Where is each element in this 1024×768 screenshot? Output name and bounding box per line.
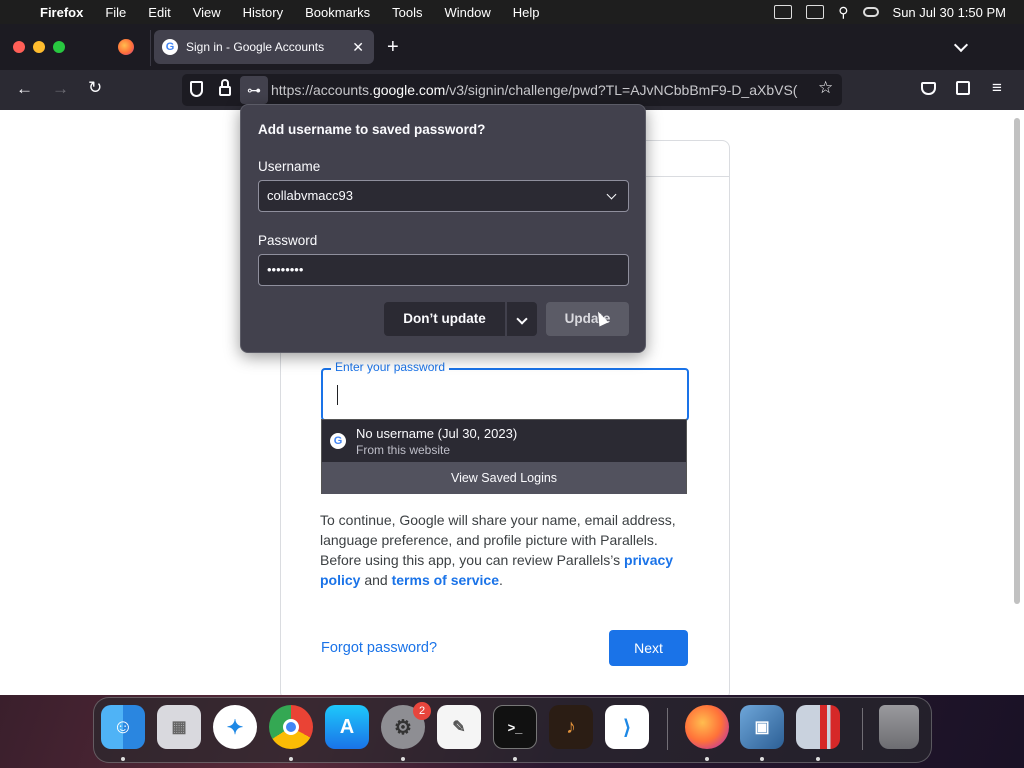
save-password-doorhanger: Add username to saved password? Username… bbox=[240, 104, 646, 353]
running-indicator bbox=[513, 757, 517, 761]
tab-divider bbox=[150, 30, 151, 66]
running-indicator bbox=[816, 757, 820, 761]
page-scrollbar[interactable] bbox=[1014, 118, 1020, 604]
close-tab-icon[interactable]: ✕ bbox=[352, 39, 364, 56]
new-tab-button[interactable]: + bbox=[387, 36, 399, 59]
textedit-icon[interactable]: ✎ bbox=[437, 705, 481, 749]
back-button-icon[interactable]: ← bbox=[16, 79, 33, 99]
username-field[interactable]: collabvmacc93 bbox=[258, 180, 629, 212]
doorhanger-title: Add username to saved password? bbox=[258, 122, 486, 137]
spotlight-search-icon[interactable]: ⚲ bbox=[838, 4, 848, 21]
notification-badge: 2 bbox=[413, 702, 431, 720]
username-label: Username bbox=[258, 159, 321, 174]
autocomplete-item-subtitle: From this website bbox=[356, 443, 451, 457]
consent-period: . bbox=[499, 572, 503, 588]
garageband-icon[interactable]: ♪ bbox=[549, 705, 593, 749]
control-center-icon[interactable] bbox=[862, 7, 879, 17]
bookmark-star-icon[interactable]: ☆ bbox=[818, 78, 833, 98]
app-menu-icon[interactable]: ≡ bbox=[992, 78, 1002, 98]
parallels-icon[interactable] bbox=[796, 705, 840, 749]
virtualbox-icon[interactable]: ▣ bbox=[740, 705, 784, 749]
consent-and: and bbox=[364, 572, 388, 588]
google-favicon-icon: G bbox=[162, 39, 178, 55]
extensions-icon[interactable] bbox=[956, 81, 970, 95]
username-dropdown-chevron-icon[interactable] bbox=[606, 189, 617, 200]
launchpad-icon[interactable]: ▦ bbox=[157, 705, 201, 749]
menu-window[interactable]: Window bbox=[445, 5, 491, 20]
autocomplete-item-title: No username (Jul 30, 2023) bbox=[356, 426, 518, 441]
running-indicator bbox=[760, 757, 764, 761]
text-caret bbox=[337, 385, 338, 405]
firefox-view-icon[interactable] bbox=[118, 39, 134, 55]
forgot-password-link[interactable]: Forgot password? bbox=[321, 640, 437, 656]
url-domain: google.com bbox=[372, 82, 446, 98]
finder-icon[interactable]: ☺ bbox=[101, 705, 145, 749]
zoom-window-button[interactable] bbox=[53, 41, 65, 53]
firefox-icon[interactable] bbox=[685, 705, 729, 749]
url-rest: /v3/signin/challenge/pwd?TL=AJvNCbbBmF9-… bbox=[445, 82, 798, 98]
password-key-icon[interactable]: ⊶ bbox=[240, 76, 268, 104]
trash-icon[interactable] bbox=[879, 705, 919, 749]
vscode-icon[interactable]: ⟩ bbox=[605, 705, 649, 749]
tracking-protection-shield-icon[interactable] bbox=[190, 81, 203, 97]
pocket-icon[interactable] bbox=[921, 82, 936, 95]
dock-separator bbox=[667, 708, 668, 750]
url-text[interactable]: https://accounts.google.com/v3/signin/ch… bbox=[271, 82, 811, 98]
reload-button-icon[interactable]: ↻ bbox=[88, 78, 102, 98]
running-indicator bbox=[401, 757, 405, 761]
menubar-clock[interactable]: Sun Jul 30 1:50 PM bbox=[893, 5, 1006, 20]
consent-text: To continue, Google will share your name… bbox=[320, 510, 700, 590]
password-field[interactable]: •••••••• bbox=[258, 254, 629, 286]
minimize-window-button[interactable] bbox=[33, 41, 45, 53]
menu-app-name[interactable]: Firefox bbox=[40, 5, 83, 20]
url-prefix: https://accounts. bbox=[271, 82, 373, 98]
close-window-button[interactable] bbox=[13, 41, 25, 53]
safari-icon[interactable]: ✦ bbox=[213, 705, 257, 749]
forward-button-icon[interactable]: → bbox=[52, 79, 69, 99]
update-button[interactable]: Update bbox=[546, 302, 629, 336]
consent-body: To continue, Google will share your name… bbox=[320, 512, 676, 568]
google-logo-icon: G bbox=[330, 433, 346, 449]
more-options-chevron-icon[interactable] bbox=[507, 302, 537, 336]
autocomplete-login-item[interactable]: G No username (Jul 30, 2023) From this w… bbox=[322, 420, 686, 462]
menu-edit[interactable]: Edit bbox=[148, 5, 170, 20]
login-autocomplete-popup: G No username (Jul 30, 2023) From this w… bbox=[321, 419, 687, 494]
next-button[interactable]: Next bbox=[609, 630, 688, 666]
terms-of-service-link[interactable]: terms of service bbox=[392, 572, 499, 588]
menu-history[interactable]: History bbox=[243, 5, 283, 20]
password-label: Password bbox=[258, 233, 318, 248]
menu-bar: Firefox File Edit View History Bookmarks… bbox=[0, 0, 1024, 24]
lock-shackle bbox=[221, 79, 229, 88]
password-field-label: Enter your password bbox=[331, 360, 450, 374]
terminal-icon[interactable]: >_ bbox=[493, 705, 537, 749]
sidebar-toggle-icon[interactable] bbox=[774, 5, 793, 19]
menu-help[interactable]: Help bbox=[513, 5, 540, 20]
dock-separator-2 bbox=[862, 708, 863, 750]
running-indicator bbox=[705, 757, 709, 761]
password-value: •••••••• bbox=[267, 262, 304, 277]
password-input[interactable] bbox=[321, 368, 689, 421]
username-value: collabvmacc93 bbox=[267, 188, 353, 203]
view-saved-logins-button[interactable]: View Saved Logins bbox=[322, 462, 686, 494]
card-header-divider bbox=[640, 176, 730, 177]
menu-tools[interactable]: Tools bbox=[392, 5, 422, 20]
menu-view[interactable]: View bbox=[193, 5, 221, 20]
running-indicator bbox=[121, 757, 125, 761]
tab-title: Sign in - Google Accounts bbox=[186, 40, 325, 54]
tab-google-signin[interactable]: G Sign in - Google Accounts ✕ bbox=[154, 30, 374, 64]
app-store-icon[interactable]: A bbox=[325, 705, 369, 749]
menu-bookmarks[interactable]: Bookmarks bbox=[305, 5, 370, 20]
chrome-icon[interactable] bbox=[269, 705, 313, 749]
menu-file[interactable]: File bbox=[105, 5, 126, 20]
running-indicator bbox=[289, 757, 293, 761]
dont-update-button[interactable]: Don’t update bbox=[384, 302, 505, 336]
screen-mirroring-icon[interactable] bbox=[806, 5, 825, 19]
